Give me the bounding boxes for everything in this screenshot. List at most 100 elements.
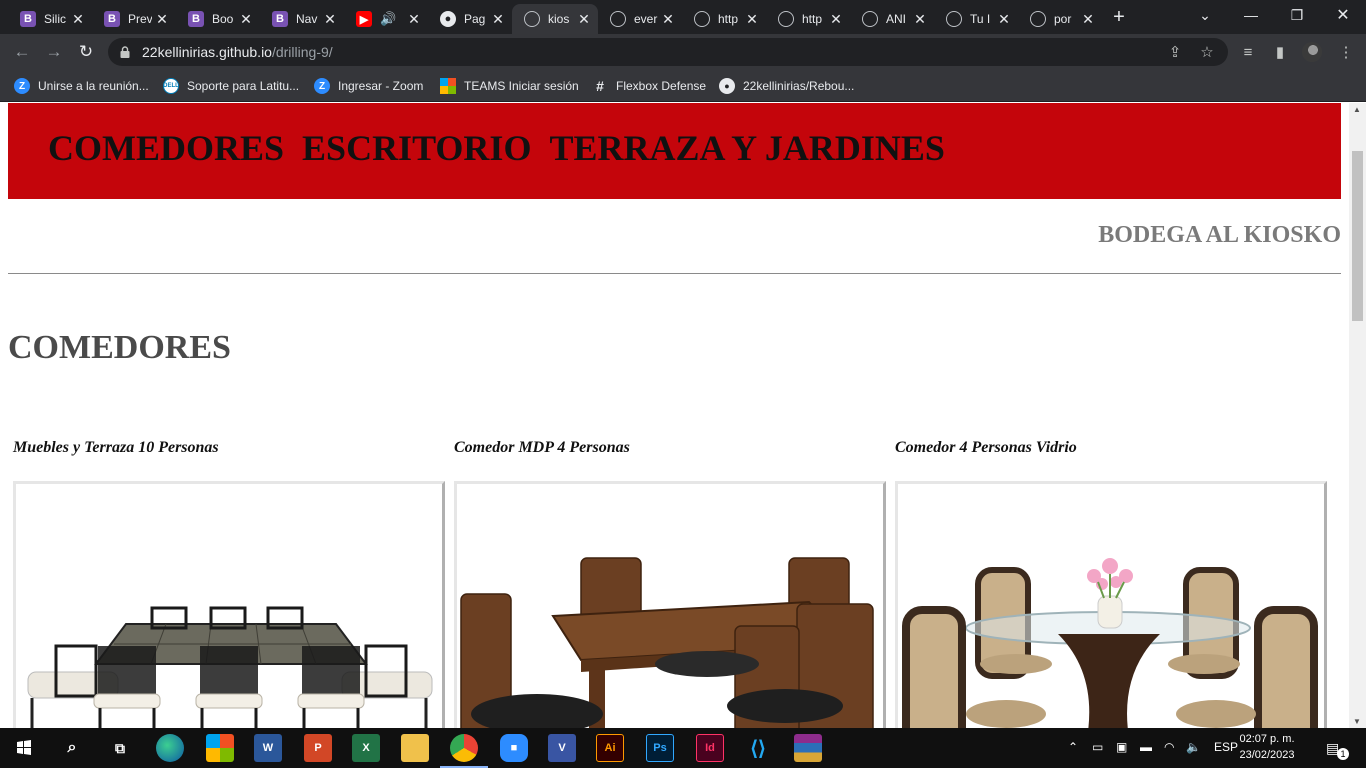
- clock[interactable]: 02:07 p. m. 23/02/2023: [1236, 731, 1298, 763]
- bookmark-item[interactable]: # Flexbox Defense: [592, 76, 706, 96]
- clock-time: 02:07 p. m.: [1239, 733, 1295, 745]
- tab-title: http: [802, 12, 823, 26]
- nav-link-terraza-jardines[interactable]: TERRAZA Y JARDINES: [549, 127, 944, 169]
- illustrator-icon[interactable]: Ai: [596, 734, 624, 762]
- profile-avatar[interactable]: [1302, 42, 1322, 62]
- photoshop-icon[interactable]: Ps: [646, 734, 674, 762]
- visio-icon[interactable]: V: [548, 734, 576, 762]
- tab-close-icon[interactable]: ✕: [490, 11, 506, 27]
- file-explorer-icon[interactable]: [401, 734, 429, 762]
- browser-tab[interactable]: Tu I ✕: [934, 4, 1018, 34]
- address-bar[interactable]: 22kellinirias.github.io/drilling-9/ ⇪ ☆: [108, 38, 1228, 66]
- scroll-up-arrow-icon[interactable]: ▲: [1353, 105, 1361, 114]
- chrome-icon[interactable]: [450, 734, 478, 762]
- browser-tab-active[interactable]: kios ✕: [512, 4, 598, 34]
- search-icon[interactable]: ⌕: [58, 734, 86, 762]
- language-indicator[interactable]: ESP: [1214, 740, 1238, 754]
- product-card[interactable]: Comedor MDP 4 Personas: [454, 439, 886, 728]
- browser-tab[interactable]: ever ✕: [598, 4, 682, 34]
- bookmark-label: TEAMS Iniciar sesión: [464, 79, 579, 93]
- browser-tab[interactable]: http ✕: [766, 4, 850, 34]
- wifi-icon[interactable]: ◠: [1164, 740, 1174, 754]
- meet-now-icon[interactable]: ▭: [1092, 740, 1103, 754]
- speaker-icon[interactable]: 🔊: [380, 11, 404, 27]
- minimize-button[interactable]: —: [1228, 0, 1274, 30]
- bookmark-item[interactable]: Z Unirse a la reunión...: [14, 76, 149, 96]
- tab-close-icon[interactable]: ✕: [912, 11, 928, 27]
- product-image-frame: [895, 481, 1327, 728]
- bookmark-item[interactable]: ● 22kellinirias/Rebou...: [719, 76, 854, 96]
- browser-tab[interactable]: ● Pag ✕: [428, 4, 512, 34]
- powerpoint-icon[interactable]: P: [304, 734, 332, 762]
- browser-toolbar: ← → ↻ 22kellinirias.github.io/drilling-9…: [0, 34, 1366, 70]
- task-view-icon[interactable]: ⧉: [106, 734, 134, 762]
- tab-close-icon[interactable]: ✕: [70, 11, 86, 27]
- bookmark-item[interactable]: Z Ingresar - Zoom: [314, 76, 423, 96]
- browser-tab[interactable]: ANI ✕: [850, 4, 934, 34]
- tab-close-icon[interactable]: ✕: [828, 11, 844, 27]
- product-card[interactable]: Muebles y Terraza 10 Personas: [13, 439, 445, 728]
- product-name: Comedor 4 Personas Vidrio: [895, 439, 1077, 456]
- new-tab-button[interactable]: +: [1108, 6, 1130, 28]
- reload-button[interactable]: ↻: [72, 38, 100, 66]
- microsoft-icon: [440, 78, 456, 94]
- store-icon[interactable]: [206, 734, 234, 762]
- browser-tab[interactable]: B Boo ✕: [176, 4, 260, 34]
- tab-close-icon[interactable]: ✕: [322, 11, 338, 27]
- edge-icon[interactable]: [156, 734, 184, 762]
- bookmark-label: 22kellinirias/Rebou...: [743, 79, 855, 93]
- tab-close-icon[interactable]: ✕: [1080, 11, 1096, 27]
- bookmark-item[interactable]: TEAMS Iniciar sesión: [440, 76, 579, 96]
- globe-icon: [524, 11, 540, 27]
- tab-close-icon[interactable]: ✕: [660, 11, 676, 27]
- product-card[interactable]: Comedor 4 Personas Vidrio: [895, 439, 1327, 728]
- back-button[interactable]: ←: [8, 38, 36, 66]
- excel-icon[interactable]: X: [352, 734, 380, 762]
- nav-link-comedores[interactable]: COMEDORES: [48, 127, 284, 169]
- browser-tab[interactable]: por ✕: [1018, 4, 1102, 34]
- close-window-button[interactable]: ✕: [1320, 0, 1366, 30]
- browser-tab[interactable]: ▶ 🔊 ✕: [344, 4, 428, 34]
- menu-icon[interactable]: ⋮: [1336, 42, 1356, 62]
- notification-app-icon[interactable]: ▣: [1116, 740, 1127, 754]
- tab-search-icon[interactable]: ⌄: [1182, 0, 1228, 30]
- tab-close-icon[interactable]: ✕: [238, 11, 254, 27]
- bookmark-star-icon[interactable]: ☆: [1198, 43, 1216, 61]
- browser-tab[interactable]: B Nav ✕: [260, 4, 344, 34]
- scrollbar-thumb[interactable]: [1352, 151, 1363, 321]
- battery-icon[interactable]: ▬: [1140, 740, 1152, 754]
- nav-link-escritorio[interactable]: ESCRITORIO: [302, 127, 531, 169]
- bootstrap-icon: B: [188, 11, 204, 27]
- browser-tab[interactable]: B Prev ✕: [92, 4, 176, 34]
- zoom-icon[interactable]: ■: [500, 734, 528, 762]
- bookmark-label: Unirse a la reunión...: [38, 79, 149, 93]
- globe-icon: [1030, 11, 1046, 27]
- tab-close-icon[interactable]: ✕: [996, 11, 1012, 27]
- reading-list-icon[interactable]: ≡: [1238, 42, 1258, 62]
- scroll-down-arrow-icon[interactable]: ▼: [1353, 717, 1361, 726]
- globe-icon: [862, 11, 878, 27]
- tab-title: Pag: [464, 12, 486, 26]
- share-icon[interactable]: ⇪: [1166, 43, 1184, 61]
- tab-close-icon[interactable]: ✕: [406, 11, 422, 27]
- winrar-icon[interactable]: [794, 734, 822, 762]
- tab-close-icon[interactable]: ✕: [744, 11, 760, 27]
- zoom-icon: Z: [14, 78, 30, 94]
- browser-tab[interactable]: http ✕: [682, 4, 766, 34]
- word-icon[interactable]: W: [254, 734, 282, 762]
- bookmark-item[interactable]: DELL Soporte para Latitu...: [163, 76, 299, 96]
- restore-button[interactable]: ❐: [1274, 0, 1320, 30]
- browser-tab[interactable]: B Silic ✕: [8, 4, 92, 34]
- vscode-icon[interactable]: ⟨⟩: [744, 734, 772, 762]
- page-scrollbar[interactable]: ▲ ▼: [1349, 103, 1366, 728]
- volume-icon[interactable]: 🔈: [1186, 740, 1201, 754]
- bookmark-label: Ingresar - Zoom: [338, 79, 424, 93]
- forward-button[interactable]: →: [40, 38, 68, 66]
- tab-close-icon[interactable]: ✕: [576, 11, 592, 27]
- indesign-icon[interactable]: Id: [696, 734, 724, 762]
- show-hidden-icons-icon[interactable]: ⌃: [1068, 740, 1078, 754]
- tab-close-icon[interactable]: ✕: [154, 11, 170, 27]
- side-panel-icon[interactable]: ▮: [1270, 42, 1290, 62]
- start-icon[interactable]: [10, 734, 38, 762]
- globe-icon: [946, 11, 962, 27]
